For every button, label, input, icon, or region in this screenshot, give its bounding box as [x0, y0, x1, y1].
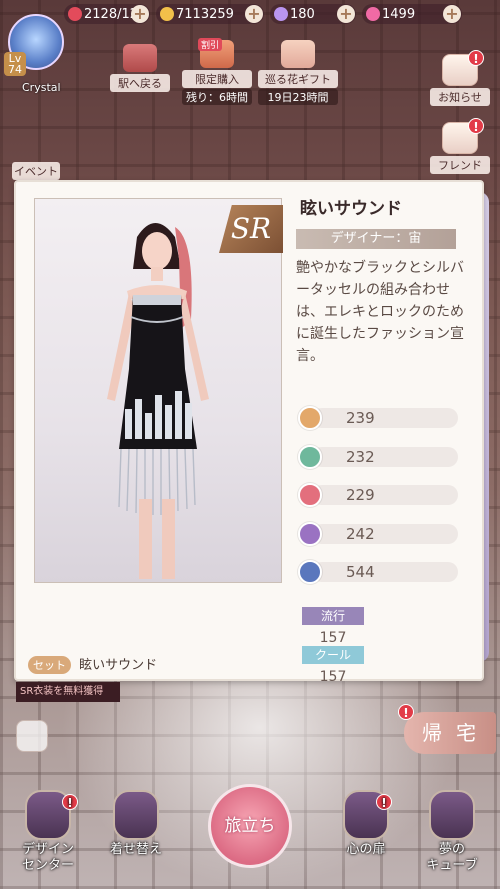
dressup-label: 着せ替え — [109, 842, 162, 857]
model-figure — [107, 223, 209, 579]
design-center-label: デザイン センター — [21, 842, 74, 873]
station-button[interactable]: 駅へ戻る — [110, 44, 170, 92]
sexy-icon — [298, 521, 322, 546]
stat-bar — [312, 408, 458, 428]
chat-icon[interactable] — [16, 720, 48, 752]
dream-cube-label: 夢の キューブ — [426, 842, 478, 873]
add-coin-button[interactable]: + — [245, 5, 263, 23]
stat-row: 232 — [298, 444, 458, 469]
heart-icon — [68, 7, 82, 21]
tag-value: 157 — [319, 630, 347, 646]
player-level: Lv 74 — [4, 52, 26, 76]
item-detail-card: SR 眩いサウンド デザイナー：宙 艶やかなブラックとシルバータッセルの組み合わ… — [14, 180, 484, 685]
cube-icon — [429, 790, 475, 840]
station-label: 駅へ戻る — [110, 74, 170, 92]
discount-tag: 割引 — [198, 38, 223, 51]
alert-badge: ! — [468, 50, 484, 66]
dream-cube-button[interactable]: 夢の キューブ — [412, 790, 492, 874]
home-button[interactable]: 帰宅 — [404, 712, 496, 754]
sweet-icon — [298, 483, 322, 508]
stat-row: 239 — [298, 406, 458, 430]
stat-value: 232 — [346, 447, 375, 466]
pink-diamond-icon — [366, 7, 380, 21]
tag-cool: クール 157 — [302, 646, 364, 685]
friend-label: フレンド — [430, 156, 490, 174]
limited-purchase-label: 限定購入 — [182, 70, 252, 88]
stat-bar — [312, 562, 458, 583]
coin-value: 7113259 — [176, 6, 234, 22]
set-pill: セット — [28, 656, 71, 674]
dressup-button[interactable]: 着せ替え — [96, 790, 176, 858]
gift-box-icon: 割引 — [198, 38, 234, 68]
stat-value: 242 — [346, 524, 375, 543]
player-name: Crystal — [22, 81, 61, 94]
tag-label: クール — [302, 646, 364, 664]
flower-icon — [281, 40, 315, 68]
tag-label: 流行 — [302, 607, 364, 625]
diamond-icon — [274, 7, 288, 21]
gift-time-remaining: 19日23時間 — [258, 89, 338, 105]
tag-value: 157 — [319, 669, 347, 685]
stat-bar — [312, 523, 458, 544]
pink-diamond-counter: 1499 + — [362, 4, 462, 24]
diamond-value: 180 — [290, 6, 315, 22]
designer-label: デザイナー：宙 — [296, 229, 456, 249]
add-diamond-button[interactable]: + — [337, 5, 355, 23]
stat-row: 544 — [298, 560, 458, 585]
add-stamina-button[interactable]: + — [131, 5, 149, 23]
friend-button[interactable]: フレンド ! — [430, 118, 490, 174]
add-pink-diamond-button[interactable]: + — [443, 5, 461, 23]
sr-free-banner[interactable]: SR衣装を無料獲得 — [16, 682, 120, 702]
coin-counter: 7113259 + — [156, 4, 264, 24]
flower-gift-button[interactable]: 巡る花ギフト 19日23時間 — [258, 40, 338, 105]
diamond-counter: 180 + — [270, 4, 356, 24]
stat-bar — [312, 446, 458, 467]
flower-gift-label: 巡る花ギフト — [258, 70, 338, 88]
stat-row: 242 — [298, 521, 458, 546]
tag-trendy: 流行 157 — [302, 607, 364, 646]
alert-badge: ! — [62, 794, 78, 810]
stamina-counter: 2128/120 + — [64, 4, 150, 24]
dress-icon — [113, 790, 159, 840]
alert-badge: ! — [398, 704, 414, 720]
limited-purchase-button[interactable]: 割引 限定購入 残り：6時間 — [182, 38, 252, 105]
style-tags: 流行 157 クール 157 — [302, 607, 452, 685]
heart-door-label: 心の扉 — [346, 842, 386, 857]
stat-list: 239 232 229 242 544 — [298, 406, 458, 599]
stat-value: 229 — [346, 486, 375, 505]
limited-time-remaining: 残り：6時間 — [182, 89, 252, 105]
event-button[interactable]: イベント — [6, 140, 66, 180]
elegant-icon — [298, 406, 322, 430]
coin-icon — [160, 7, 174, 21]
notice-label: お知らせ — [430, 88, 490, 106]
event-label: イベント — [12, 162, 60, 180]
item-description: 艶やかなブラックとシルバータッセルの組み合わせは、エレキとロックのために誕生した… — [296, 260, 464, 364]
notice-button[interactable]: お知らせ ! — [430, 50, 490, 106]
item-name: 眩いサウンド — [300, 199, 402, 219]
item-info: 眩いサウンド デザイナー：宙 艶やかなブラックとシルバータッセルの組み合わせは、… — [296, 194, 472, 367]
heart-door-button[interactable]: 心の扉 ! — [326, 790, 406, 858]
depart-button[interactable]: 旅立ち — [208, 784, 292, 868]
item-preview: SR — [34, 198, 283, 583]
alert-badge: ! — [376, 794, 392, 810]
stat-value: 544 — [346, 563, 375, 582]
fresh-icon — [298, 444, 322, 469]
set-info: セット 眩いサウンド — [28, 654, 157, 674]
station-icon — [123, 44, 157, 72]
stat-row: 229 — [298, 483, 458, 508]
set-name: 眩いサウンド — [79, 658, 158, 673]
design-center-button[interactable]: デザイン センター ! — [8, 790, 88, 874]
resource-bar: 2128/120 + 7113259 + 180 + 1499 + — [64, 4, 496, 26]
stat-value: 239 — [346, 409, 375, 427]
pink-diamond-value: 1499 — [382, 6, 416, 22]
alert-badge: ! — [468, 118, 484, 134]
stat-bar — [312, 485, 458, 506]
